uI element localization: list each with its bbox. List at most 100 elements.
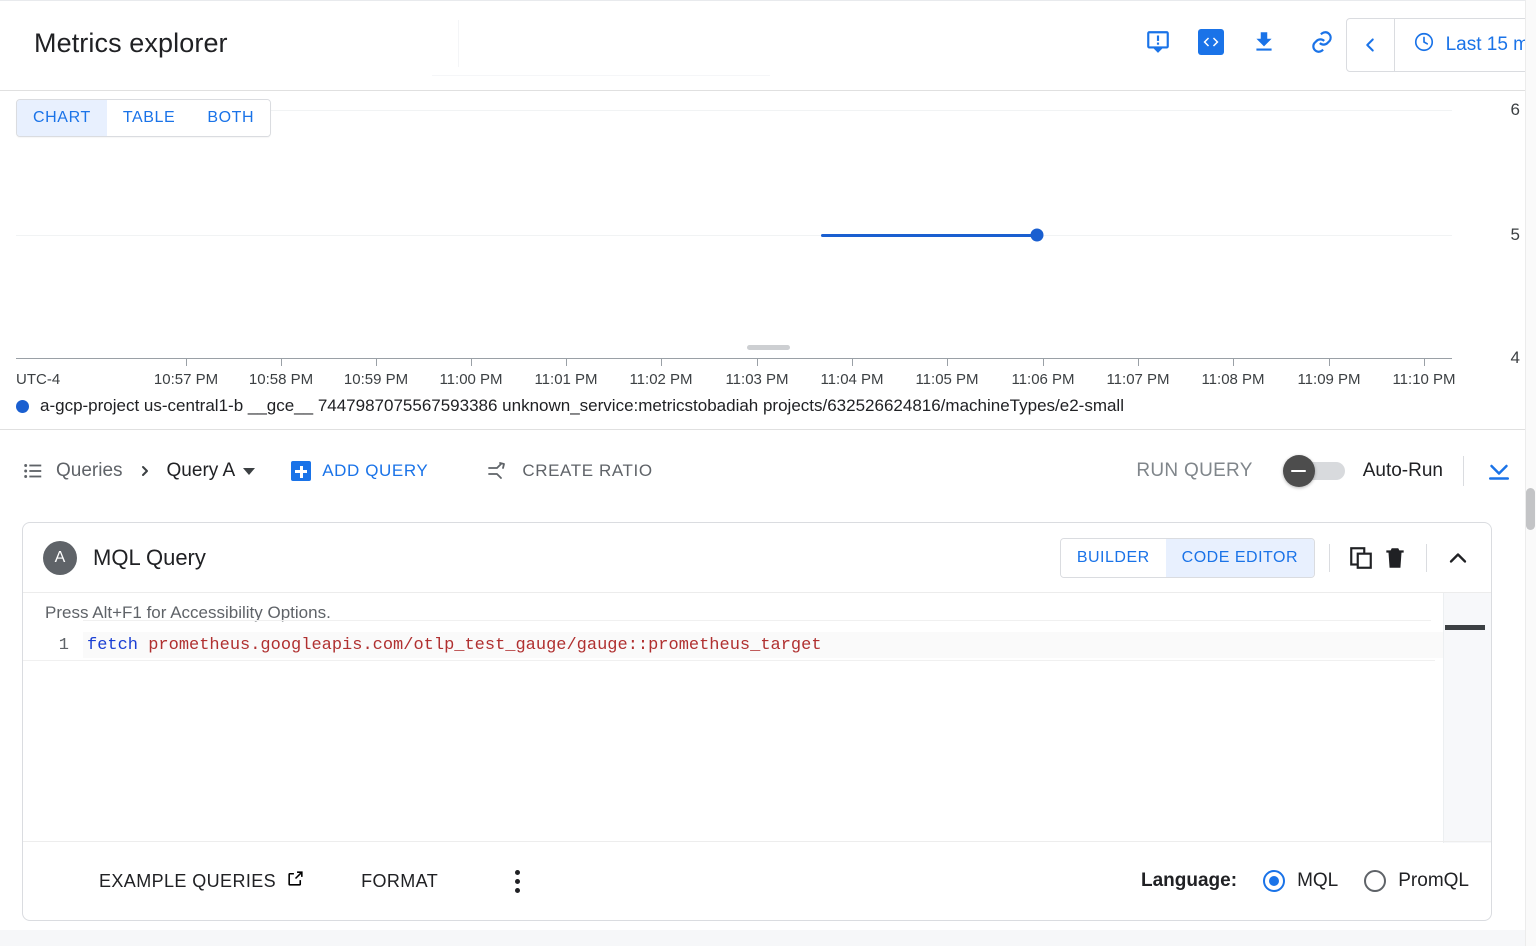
query-toolbar-left: Queries Query A ADD QUERY <box>0 459 653 483</box>
header-separator-2 <box>1426 544 1427 572</box>
card-header-actions: BUILDER CODE EDITOR <box>1060 538 1475 578</box>
radio-mql[interactable] <box>1263 870 1285 892</box>
editor-top-rule <box>83 620 1431 621</box>
auto-run-label: Auto-Run <box>1363 460 1443 482</box>
x-tick-label-0: 10:57 PM <box>154 371 218 388</box>
ratio-arrows-icon <box>486 459 510 483</box>
toggle-knob <box>1283 455 1315 487</box>
code-line-row[interactable]: 1 fetch prometheus.googleapis.com/otlp_t… <box>23 631 1491 659</box>
header-search-region[interactable] <box>432 64 770 76</box>
add-query-label: ADD QUERY <box>322 461 428 481</box>
series-endpoint-dot-0[interactable] <box>1031 229 1044 242</box>
gridline-5 <box>16 235 1452 236</box>
tab-chart[interactable]: CHART <box>17 100 107 136</box>
x-tick-label-10: 11:07 PM <box>1106 371 1169 388</box>
code-keyword: fetch <box>87 636 138 655</box>
line-number: 1 <box>23 636 83 655</box>
mql-query-card: A MQL Query BUILDER CODE EDITOR <box>22 522 1492 921</box>
format-button[interactable]: FORMAT <box>361 871 438 892</box>
tab-table[interactable]: TABLE <box>107 100 192 136</box>
chart-plot-area[interactable]: 6 5 4 UTC-4 10:57 PM 10:58 PM 10:59 PM 1… <box>16 110 1452 430</box>
query-avatar: A <box>43 541 77 575</box>
view-mode-tabs: CHART TABLE BOTH <box>16 99 271 137</box>
header-separator-1 <box>1329 544 1330 572</box>
page-bottom-strip <box>0 930 1536 946</box>
toolbar-separator <box>1463 456 1464 486</box>
header-divider <box>458 20 459 67</box>
x-tick-label-4: 11:01 PM <box>534 371 597 388</box>
plus-icon <box>291 461 311 481</box>
card-header: A MQL Query BUILDER CODE EDITOR <box>23 523 1491 592</box>
series-line-0 <box>821 234 1037 237</box>
radio-promql[interactable] <box>1364 870 1386 892</box>
queries-list-icon[interactable] <box>22 460 44 482</box>
minimap-line-marker <box>1445 625 1485 630</box>
page-scrollbar-thumb[interactable] <box>1526 488 1535 530</box>
kebab-menu-icon[interactable] <box>502 866 532 896</box>
language-selector: Language: MQL PromQL <box>1141 870 1469 892</box>
chart-legend[interactable]: a-gcp-project us-central1-b __gce__ 7447… <box>16 396 1124 416</box>
page-scrollbar[interactable] <box>1525 0 1536 946</box>
timezone-label: UTC-4 <box>16 371 60 388</box>
radio-promql-label: PromQL <box>1398 870 1469 892</box>
metrics-explorer-page: Metrics explorer <box>0 0 1536 946</box>
editor-mode-tabs: BUILDER CODE EDITOR <box>1060 538 1315 578</box>
chart-panel-divider <box>0 429 1536 430</box>
query-selector-label: Query A <box>167 460 236 482</box>
y-tick-label-5: 5 <box>1511 225 1520 245</box>
panel-resize-handle[interactable] <box>747 345 790 350</box>
queries-breadcrumb-label[interactable]: Queries <box>56 460 123 482</box>
time-range-label: Last 15 m <box>1446 34 1529 56</box>
x-tick-label-1: 10:58 PM <box>249 371 313 388</box>
collapse-editor-icon[interactable] <box>1484 456 1514 486</box>
chevron-up-icon[interactable] <box>1441 541 1475 575</box>
query-selector[interactable]: Query A <box>167 460 256 482</box>
trash-icon[interactable] <box>1378 541 1412 575</box>
x-tick-label-8: 11:05 PM <box>915 371 978 388</box>
download-icon[interactable] <box>1246 24 1282 60</box>
y-tick-label-4: 4 <box>1511 348 1520 368</box>
x-tick-label-9: 11:06 PM <box>1011 371 1074 388</box>
tab-code-editor[interactable]: CODE EDITOR <box>1166 539 1314 577</box>
y-tick-label-6: 6 <box>1511 100 1520 120</box>
code-editor[interactable]: Press Alt+F1 for Accessibility Options. … <box>23 592 1491 842</box>
x-tick-label-2: 10:59 PM <box>344 371 408 388</box>
radio-mql-label: MQL <box>1297 870 1338 892</box>
chart-panel: CHART TABLE BOTH 6 5 4 UTC-4 10:57 PM 10… <box>0 91 1536 431</box>
example-queries-label: EXAMPLE QUERIES <box>99 871 276 892</box>
code-icon[interactable] <box>1198 29 1224 55</box>
duplicate-icon[interactable] <box>1344 541 1378 575</box>
tab-builder[interactable]: BUILDER <box>1061 539 1166 577</box>
code-line-text[interactable]: fetch prometheus.googleapis.com/otlp_tes… <box>83 632 1491 658</box>
breadcrumb-chevron-icon <box>137 463 153 479</box>
chevron-down-icon <box>243 468 255 475</box>
x-axis-line <box>16 358 1452 359</box>
x-tick-label-12: 11:09 PM <box>1297 371 1360 388</box>
x-tick-label-5: 11:02 PM <box>629 371 692 388</box>
example-queries-button[interactable]: EXAMPLE QUERIES <box>99 869 305 893</box>
header-action-icons <box>1140 24 1340 60</box>
run-query-button[interactable]: RUN QUERY <box>1136 460 1252 482</box>
time-back-button[interactable] <box>1347 19 1395 71</box>
tab-both[interactable]: BOTH <box>191 100 270 136</box>
auto-run-toggle[interactable] <box>1283 460 1345 482</box>
query-toolbar: Queries Query A ADD QUERY <box>0 443 1536 499</box>
header-top-rule <box>0 0 1536 1</box>
create-ratio-button[interactable]: CREATE RATIO <box>486 459 652 483</box>
link-icon[interactable] <box>1304 24 1340 60</box>
card-footer: EXAMPLE QUERIES FORMAT Language: MQL Pro… <box>23 842 1491 920</box>
x-tick-label-11: 11:08 PM <box>1201 371 1264 388</box>
time-range-selector[interactable]: Last 15 m <box>1395 19 1536 71</box>
feedback-icon[interactable] <box>1140 24 1176 60</box>
external-link-icon <box>286 869 305 893</box>
page-title: Metrics explorer <box>34 28 228 59</box>
language-option-promql[interactable]: PromQL <box>1364 870 1469 892</box>
query-toolbar-right: RUN QUERY Auto-Run <box>1136 456 1536 486</box>
editor-line-rule <box>23 660 1435 661</box>
code-expression: prometheus.googleapis.com/otlp_test_gaug… <box>138 636 822 655</box>
time-range-control: Last 15 m <box>1346 18 1536 72</box>
add-query-button[interactable]: ADD QUERY <box>291 461 428 481</box>
editor-minimap[interactable] <box>1443 593 1491 843</box>
card-title: MQL Query <box>93 545 206 571</box>
language-option-mql[interactable]: MQL <box>1263 870 1338 892</box>
